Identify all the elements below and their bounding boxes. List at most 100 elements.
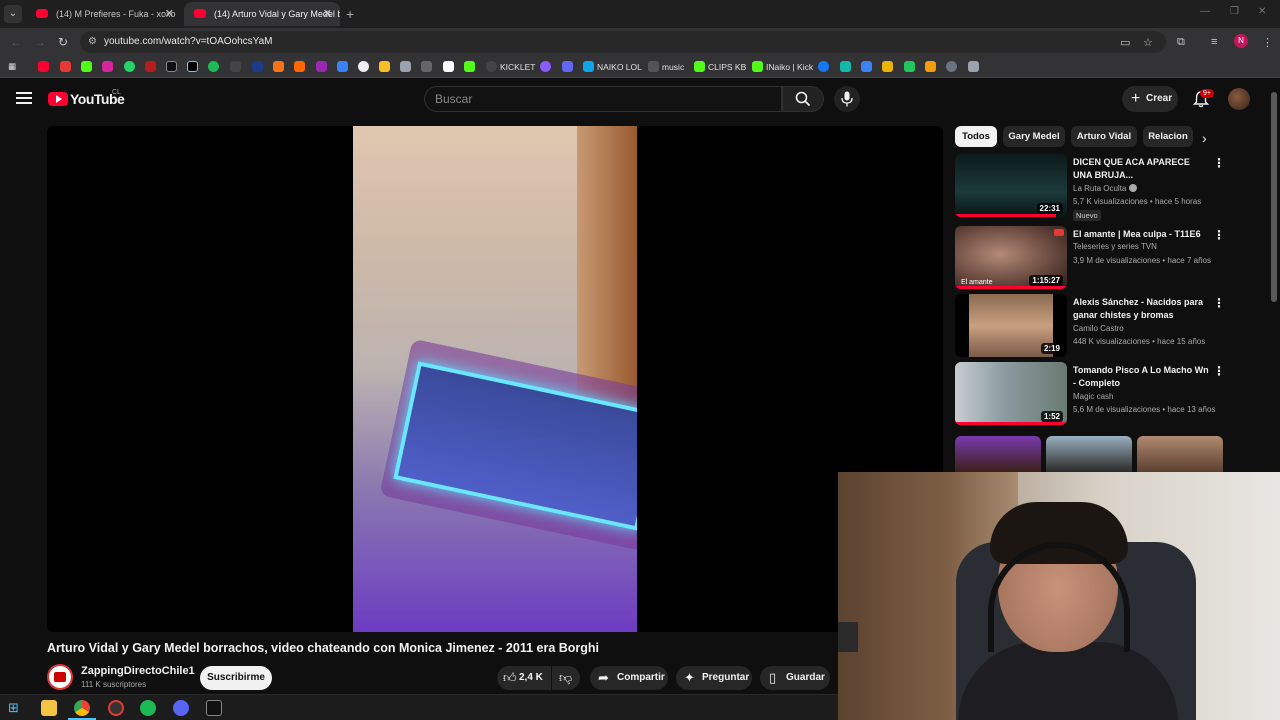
site-info-icon[interactable]: ⚙: [88, 36, 97, 47]
channel-avatar[interactable]: [47, 664, 73, 690]
discord-icon[interactable]: [173, 700, 189, 716]
recommendation-item[interactable]: 22:31 DICEN QUE ACA APARECE UNA BRUJA...…: [955, 154, 1225, 221]
bookmark-star-icon[interactable]: ☆: [1143, 36, 1153, 49]
more-options-icon[interactable]: ⋮: [1213, 364, 1225, 378]
chip-arturo-vidal[interactable]: Arturo Vidal: [1071, 126, 1137, 147]
dislike-button[interactable]: 👎︎: [552, 666, 580, 690]
chip-gary-medel[interactable]: Gary Medel: [1003, 126, 1065, 147]
short-thumbnail[interactable]: [1137, 436, 1223, 472]
bookmark-icon[interactable]: [946, 61, 957, 72]
browser-menu-icon[interactable]: ⋮: [1262, 36, 1273, 49]
browser-tab-2[interactable]: (14) Arturo Vidal y Gary Medel b ✕: [184, 2, 340, 26]
kick-bookmark-icon[interactable]: [81, 61, 92, 72]
bookmark-icon[interactable]: [294, 61, 305, 72]
bookmark-music[interactable]: music: [648, 61, 684, 73]
bookmark-kicklet[interactable]: KICKLET: [486, 61, 535, 73]
search-input[interactable]: [425, 87, 765, 111]
account-avatar[interactable]: [1228, 88, 1250, 110]
more-options-icon[interactable]: ⋮: [1213, 156, 1225, 170]
bookmark-icon[interactable]: [273, 61, 284, 72]
media-icon[interactable]: ≡: [1211, 36, 1217, 48]
cast-icon[interactable]: ▭: [1120, 36, 1130, 49]
bookmark-icon[interactable]: [358, 61, 369, 72]
chip-relacion[interactable]: Relacion: [1143, 126, 1193, 147]
bookmark-icon[interactable]: [464, 61, 475, 72]
bookmark-icon[interactable]: [230, 61, 241, 72]
tab-close-icon[interactable]: ✕: [323, 2, 332, 26]
recommendation-item[interactable]: El amante 1:15:27 El amante | Mea culpa …: [955, 226, 1225, 290]
spotify-bookmark-icon[interactable]: [208, 61, 219, 72]
create-button[interactable]: + Crear: [1122, 86, 1178, 112]
maximize-icon[interactable]: ❐: [1230, 6, 1239, 17]
recommendation-item[interactable]: 2:19 Alexis Sánchez - Nacidos para ganar…: [955, 294, 1225, 358]
more-options-icon[interactable]: ⋮: [1213, 296, 1225, 310]
bookmark-icon[interactable]: [562, 61, 573, 72]
bookmark-icon[interactable]: [316, 61, 327, 72]
bookmark-icon[interactable]: [968, 61, 979, 72]
recommendation-title[interactable]: Tomando Pisco A Lo Macho Wn - Completo: [1073, 364, 1209, 390]
tab-close-icon[interactable]: ✕: [165, 2, 174, 26]
file-explorer-icon[interactable]: [41, 700, 57, 716]
bookmark-icon[interactable]: [421, 61, 432, 72]
bookmark-icon[interactable]: [145, 61, 156, 72]
chevron-right-icon[interactable]: ›: [1202, 130, 1207, 146]
voice-search-button[interactable]: [834, 86, 860, 112]
obs-icon[interactable]: [206, 700, 222, 716]
bookmark-naiko-lol[interactable]: NAIKO LOL: [583, 61, 642, 73]
recommendation-title[interactable]: El amante | Mea culpa - T11E6: [1073, 228, 1209, 241]
recommendation-title[interactable]: Alexis Sánchez - Nacidos para ganar chis…: [1073, 296, 1209, 322]
video-thumbnail[interactable]: 22:31: [955, 154, 1067, 217]
new-tab-icon[interactable]: +: [346, 6, 354, 22]
subscribe-button[interactable]: Suscribirme: [200, 666, 272, 690]
profile-avatar[interactable]: N: [1234, 34, 1248, 48]
short-thumbnail[interactable]: [1046, 436, 1132, 472]
menu-icon[interactable]: [16, 92, 32, 104]
video-thumbnail[interactable]: 1:52: [955, 362, 1067, 425]
facebook-bookmark-icon[interactable]: [818, 61, 829, 72]
extensions-icon[interactable]: ⧉: [1177, 36, 1185, 49]
tab-search-button[interactable]: ⌄: [4, 5, 22, 23]
video-thumbnail[interactable]: El amante 1:15:27: [955, 226, 1067, 289]
recommendation-title[interactable]: DICEN QUE ACA APARECE UNA BRUJA...: [1073, 156, 1209, 182]
bookmark-icon[interactable]: [882, 61, 893, 72]
apps-icon[interactable]: ▦: [8, 61, 16, 73]
bookmark-icon[interactable]: [400, 61, 411, 72]
bookmark-icon[interactable]: [60, 61, 71, 72]
bookmark-icon[interactable]: [443, 61, 454, 72]
save-button[interactable]: ▯ Guardar: [760, 666, 830, 690]
x-bookmark-icon[interactable]: [166, 61, 177, 72]
bookmark-icon[interactable]: [861, 61, 872, 72]
bookmark-icon[interactable]: [252, 61, 263, 72]
bookmark-clips-kb[interactable]: CLIPS KB: [694, 61, 746, 73]
bookmark-icon[interactable]: [904, 61, 915, 72]
bookmark-icon[interactable]: [379, 61, 390, 72]
reload-icon[interactable]: ↻: [58, 35, 68, 49]
ask-button[interactable]: ✦ Preguntar: [676, 666, 752, 690]
more-options-icon[interactable]: ⋮: [1213, 228, 1225, 242]
chip-todos[interactable]: Todos: [955, 126, 997, 147]
bookmark-icon[interactable]: [925, 61, 936, 72]
windows-start-icon[interactable]: ⊞: [8, 700, 24, 716]
video-player[interactable]: [47, 126, 943, 632]
whatsapp-bookmark-icon[interactable]: [124, 61, 135, 72]
short-thumbnail[interactable]: [955, 436, 1041, 472]
recommendation-item[interactable]: 1:52 Tomando Pisco A Lo Macho Wn - Compl…: [955, 362, 1225, 426]
bookmark-icon[interactable]: [540, 61, 551, 72]
spotify-icon[interactable]: [140, 700, 156, 716]
channel-name[interactable]: ZappingDirectoChile1: [81, 665, 195, 677]
search-button[interactable]: [782, 86, 824, 112]
youtube-bookmark-icon[interactable]: [38, 61, 49, 72]
page-scrollbar[interactable]: [1271, 92, 1277, 302]
bookmark-icon[interactable]: [840, 61, 851, 72]
minimize-icon[interactable]: —: [1200, 6, 1210, 17]
bookmark-icon[interactable]: [337, 61, 348, 72]
close-window-icon[interactable]: ✕: [1258, 6, 1266, 17]
forward-icon[interactable]: →: [34, 35, 46, 49]
app-icon[interactable]: [108, 700, 124, 716]
bookmark-inaiko-kick[interactable]: INaiko | Kick: [752, 61, 813, 73]
share-button[interactable]: ➦ Compartir: [590, 666, 668, 690]
like-button[interactable]: 👍︎ 2,4 K: [497, 666, 551, 690]
video-thumbnail[interactable]: 2:19: [955, 294, 1067, 357]
tiktok-bookmark-icon[interactable]: [187, 61, 198, 72]
back-icon[interactable]: ←: [10, 35, 22, 49]
